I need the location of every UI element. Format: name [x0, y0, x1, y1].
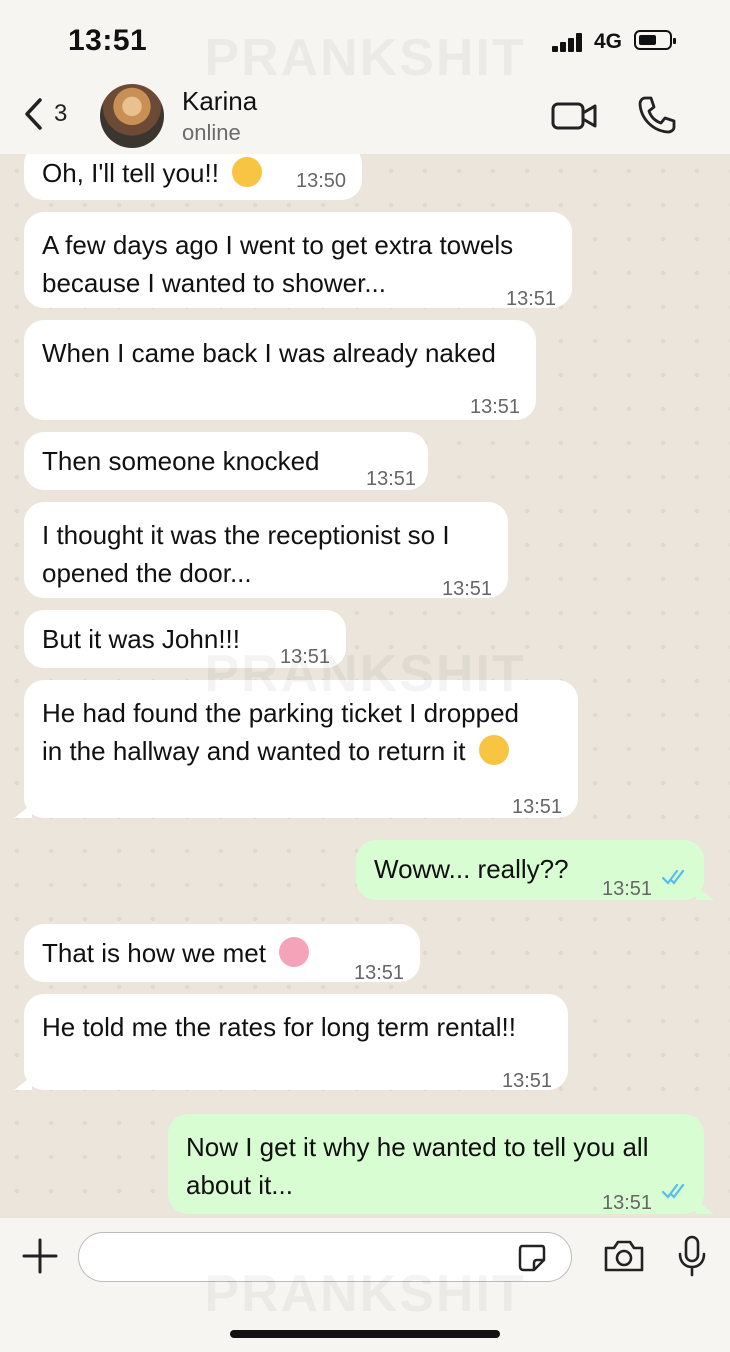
message-text: Woww... really??: [374, 854, 569, 884]
watermark-middle: PRANKSHIT: [0, 644, 730, 704]
message-bubble[interactable]: Oh, I'll tell you!! 13:50: [24, 154, 362, 200]
message-time: 13:51: [602, 1192, 653, 1214]
back-button[interactable]: 3: [22, 94, 82, 134]
relieved-face-emoji: [232, 157, 263, 187]
message-time: 13:51: [442, 578, 493, 600]
read-ticks-icon: [662, 1183, 685, 1199]
message-text: Oh, I'll tell you!!: [42, 158, 227, 188]
video-call-icon[interactable]: [550, 98, 598, 134]
message-time: 13:51: [506, 288, 557, 310]
message-bubble[interactable]: He told me the rates for long term renta…: [14, 994, 568, 1092]
watermark-bottom: PRANKSHIT: [0, 1264, 730, 1324]
message-text: He had found the parking ticket I droppe…: [42, 698, 519, 766]
watermark-top: PRANKSHIT: [0, 28, 730, 88]
smiling-face-with-hearts-emoji: [279, 937, 310, 967]
message-time: 13:51: [366, 468, 417, 490]
chevron-left-icon: [25, 98, 42, 130]
message-text: Now I get it why he wanted to tell you a…: [186, 1132, 649, 1200]
message-text: He told me the rates for long term renta…: [42, 1012, 516, 1042]
phone-icon[interactable]: [636, 94, 678, 136]
contact-name[interactable]: Karina: [182, 86, 257, 117]
message-bubble[interactable]: I thought it was the receptionist so I o…: [24, 502, 508, 600]
message-bubble[interactable]: Then someone knocked 13:51: [24, 432, 428, 490]
message-time: 13:51: [470, 396, 521, 418]
shushing-face-emoji: [478, 735, 509, 765]
chat-messages[interactable]: Oh, I'll tell you!! 13:50 A few days ago…: [0, 154, 730, 1218]
message-text: Then someone knocked: [42, 446, 320, 476]
message-bubble[interactable]: That is how we met 13:51: [24, 924, 420, 984]
message-text: When I came back I was already naked: [42, 338, 496, 368]
read-ticks-icon: [662, 869, 685, 885]
message-time: 13:51: [602, 878, 653, 900]
message-bubble-outgoing[interactable]: Woww... really?? 13:51: [356, 840, 714, 900]
message-text: I thought it was the receptionist so I o…: [42, 520, 450, 588]
message-bubble[interactable]: When I came back I was already naked 13:…: [24, 320, 536, 420]
chat-header: 3 Karina online: [0, 80, 730, 154]
message-time: 13:51: [354, 962, 405, 984]
home-indicator: [230, 1330, 500, 1338]
message-text: That is how we met: [42, 938, 274, 968]
avatar[interactable]: [100, 84, 164, 148]
unread-count: 3: [54, 100, 68, 127]
message-time: 13:50: [296, 170, 347, 192]
message-time: 13:51: [512, 796, 563, 818]
message-bubble[interactable]: A few days ago I went to get extra towel…: [24, 212, 572, 310]
message-text: A few days ago I went to get extra towel…: [42, 230, 514, 298]
presence-status: online: [182, 120, 241, 145]
message-time: 13:51: [502, 1070, 553, 1092]
message-bubble-outgoing[interactable]: Now I get it why he wanted to tell you a…: [168, 1114, 714, 1214]
